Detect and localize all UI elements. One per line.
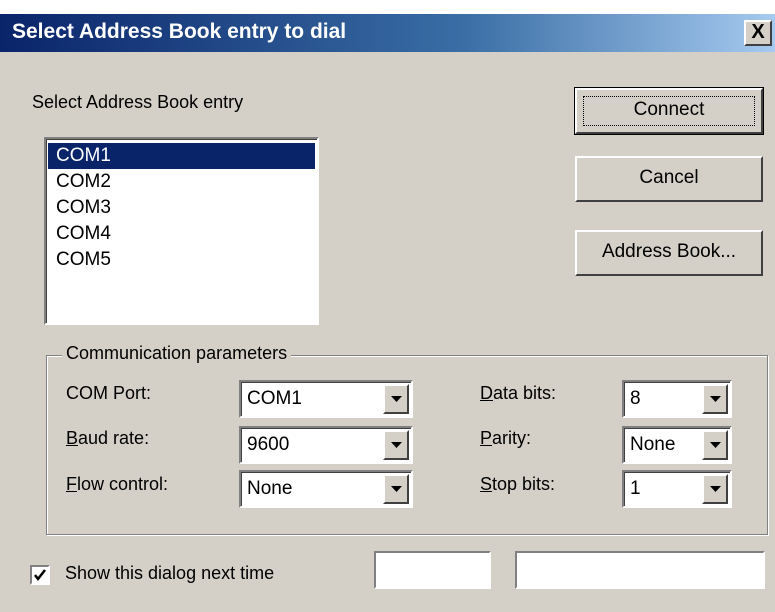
stop-bits-label: Stop bits: [480, 474, 555, 495]
data-bits-label-accel: D [480, 383, 493, 403]
address-book-listbox[interactable]: COM1 COM2 COM3 COM4 COM5 [44, 137, 319, 325]
flow-control-value: None [247, 478, 293, 499]
close-icon: X [751, 21, 765, 43]
stop-bits-select[interactable]: 1 [622, 470, 732, 508]
status-field-2 [515, 551, 765, 589]
address-book-button[interactable]: Address Book... [575, 230, 763, 276]
flow-control-dropdown-button[interactable] [383, 474, 409, 504]
parity-select[interactable]: None [622, 426, 732, 464]
list-item-com4[interactable]: COM4 [48, 221, 315, 247]
com-port-label-text: COM Port: [66, 383, 152, 403]
baud-rate-select[interactable]: 9600 [239, 426, 413, 464]
checkmark-icon [34, 569, 46, 582]
group-label: Communication parameters [62, 343, 292, 364]
chevron-down-icon [710, 396, 721, 402]
address-book-button-label: Address Book... [601, 241, 737, 262]
title-bar: Select Address Book entry to dial X [0, 14, 775, 52]
data-bits-label: Data bits: [480, 383, 556, 404]
flow-control-label: Flow control: [66, 474, 168, 495]
flow-control-label-text: low control: [77, 474, 169, 494]
data-bits-dropdown-button[interactable] [702, 384, 728, 414]
list-item-com2[interactable]: COM2 [48, 169, 315, 195]
data-bits-label-text: ata bits: [493, 383, 557, 403]
show-dialog-checkbox[interactable] [30, 565, 50, 585]
dialog-window: Select Address Book entry to dial X Sele… [0, 14, 775, 612]
com-port-label: COM Port: [66, 383, 151, 404]
chevron-down-icon [391, 442, 402, 448]
close-button[interactable]: X [744, 20, 772, 46]
baud-rate-value: 9600 [247, 434, 290, 455]
flow-control-select[interactable]: None [239, 470, 413, 508]
cancel-button[interactable]: Cancel [575, 156, 763, 202]
cancel-button-label: Cancel [639, 167, 699, 188]
baud-rate-label-accel: B [66, 428, 79, 448]
stop-bits-dropdown-button[interactable] [702, 474, 728, 504]
chevron-down-icon [710, 486, 721, 492]
chevron-down-icon [710, 442, 721, 448]
list-item-com3[interactable]: COM3 [48, 195, 315, 221]
com-port-dropdown-button[interactable] [383, 384, 409, 414]
connect-button-label: Connect [633, 99, 705, 120]
connect-button[interactable]: Connect [574, 87, 764, 135]
baud-rate-label: Baud rate: [66, 428, 149, 449]
chevron-down-icon [391, 486, 402, 492]
parity-label: Parity: [480, 428, 531, 449]
entry-list-label: Select Address Book entry [32, 92, 244, 112]
status-field-1 [374, 551, 491, 589]
chevron-down-icon [391, 396, 402, 402]
parity-value: None [630, 434, 676, 455]
stop-bits-value: 1 [630, 478, 641, 499]
flow-control-label-accel: F [66, 474, 77, 494]
stop-bits-label-accel: S [480, 474, 493, 494]
parity-label-accel: P [480, 428, 493, 448]
baud-rate-dropdown-button[interactable] [383, 430, 409, 460]
com-port-select[interactable]: COM1 [239, 380, 413, 418]
com-port-value: COM1 [247, 388, 302, 409]
list-item-com1[interactable]: COM1 [48, 143, 315, 169]
list-item-com5[interactable]: COM5 [48, 247, 315, 273]
parity-dropdown-button[interactable] [702, 430, 728, 460]
dialog-title: Select Address Book entry to dial [12, 20, 347, 43]
data-bits-select[interactable]: 8 [622, 380, 732, 418]
baud-rate-label-text: aud rate: [78, 428, 150, 448]
data-bits-value: 8 [630, 388, 641, 409]
parity-label-text: arity: [492, 428, 532, 448]
stop-bits-label-text: top bits: [492, 474, 556, 494]
show-dialog-label[interactable]: Show this dialog next time [65, 563, 274, 584]
